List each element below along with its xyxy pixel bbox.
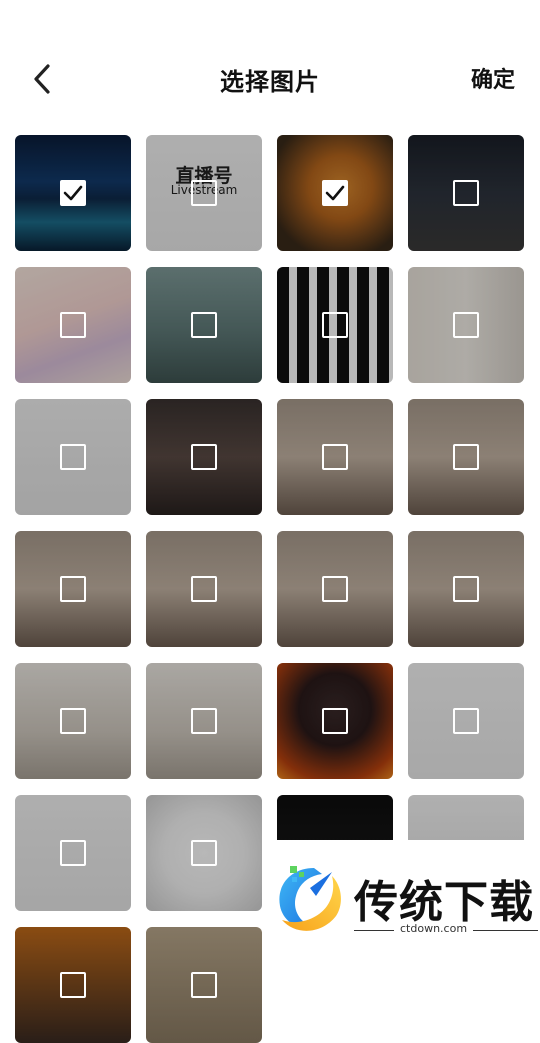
photo-white-dog[interactable] [146,795,262,911]
checkbox[interactable] [191,444,217,470]
photo-woman-portrait-6[interactable] [408,531,524,647]
checkbox[interactable] [191,972,217,998]
checkbox[interactable] [60,576,86,602]
checkbox[interactable] [453,576,479,602]
photo-warrior-partial[interactable] [15,927,131,1043]
watermark-title: 传统下载 [354,877,534,928]
photo-foggy-forest[interactable] [146,267,262,383]
photo-woman-portrait-1[interactable] [277,399,393,515]
photo-woman-portrait-3[interactable] [15,531,131,647]
checkbox[interactable] [191,180,217,206]
checkbox[interactable] [60,840,86,866]
checkmark-icon [63,185,83,201]
photo-woman-portrait-2[interactable] [408,399,524,515]
photo-livestream-logo[interactable]: 直播号 Livestream [146,135,262,251]
photo-street-partial[interactable] [146,927,262,1043]
checkbox[interactable] [322,444,348,470]
checkbox[interactable] [322,576,348,602]
photo-qr-code[interactable] [277,267,393,383]
checkbox[interactable] [191,708,217,734]
photo-subway-map[interactable] [15,795,131,911]
checkbox[interactable] [322,708,348,734]
watermark-url: ctdown.com [394,922,474,935]
photo-armored-figure-fire[interactable] [277,663,393,779]
photo-text-screenshot[interactable] [15,399,131,515]
photo-anime-girl[interactable] [15,267,131,383]
photo-grid: 直播号 Livestream [0,0,540,1043]
checkbox[interactable] [453,312,479,338]
checkbox[interactable] [60,708,86,734]
checkmark-icon [325,185,345,201]
checkbox-checked[interactable] [322,180,348,206]
checkbox[interactable] [453,180,479,206]
checkbox[interactable] [60,972,86,998]
photo-sketch-portrait-1[interactable] [15,663,131,779]
checkbox[interactable] [191,576,217,602]
confirm-button[interactable]: 确定 [471,62,515,94]
checkbox[interactable] [60,444,86,470]
checkbox-checked[interactable] [60,180,86,206]
page-title: 选择图片 [220,68,320,96]
ctdown-logo-icon [279,866,341,931]
photo-orange-cat[interactable] [277,135,393,251]
checkbox[interactable] [191,840,217,866]
photo-list-screenshot[interactable] [408,663,524,779]
photo-woman-dark-top[interactable] [146,399,262,515]
photo-cat-on-road[interactable] [408,135,524,251]
checkbox[interactable] [322,312,348,338]
checkbox[interactable] [191,312,217,338]
photo-woman-portrait-5[interactable] [277,531,393,647]
top-bar: 选择图片 确定 [0,0,540,130]
photo-sketch-portrait-2[interactable] [146,663,262,779]
watermark: 传统下载 ctdown.com [262,840,540,960]
checkbox[interactable] [453,708,479,734]
checkbox[interactable] [453,444,479,470]
checkbox[interactable] [60,312,86,338]
photo-woman-portrait-4[interactable] [146,531,262,647]
photo-night-lake[interactable] [15,135,131,251]
photo-portrait-sketch-pair[interactable] [408,267,524,383]
